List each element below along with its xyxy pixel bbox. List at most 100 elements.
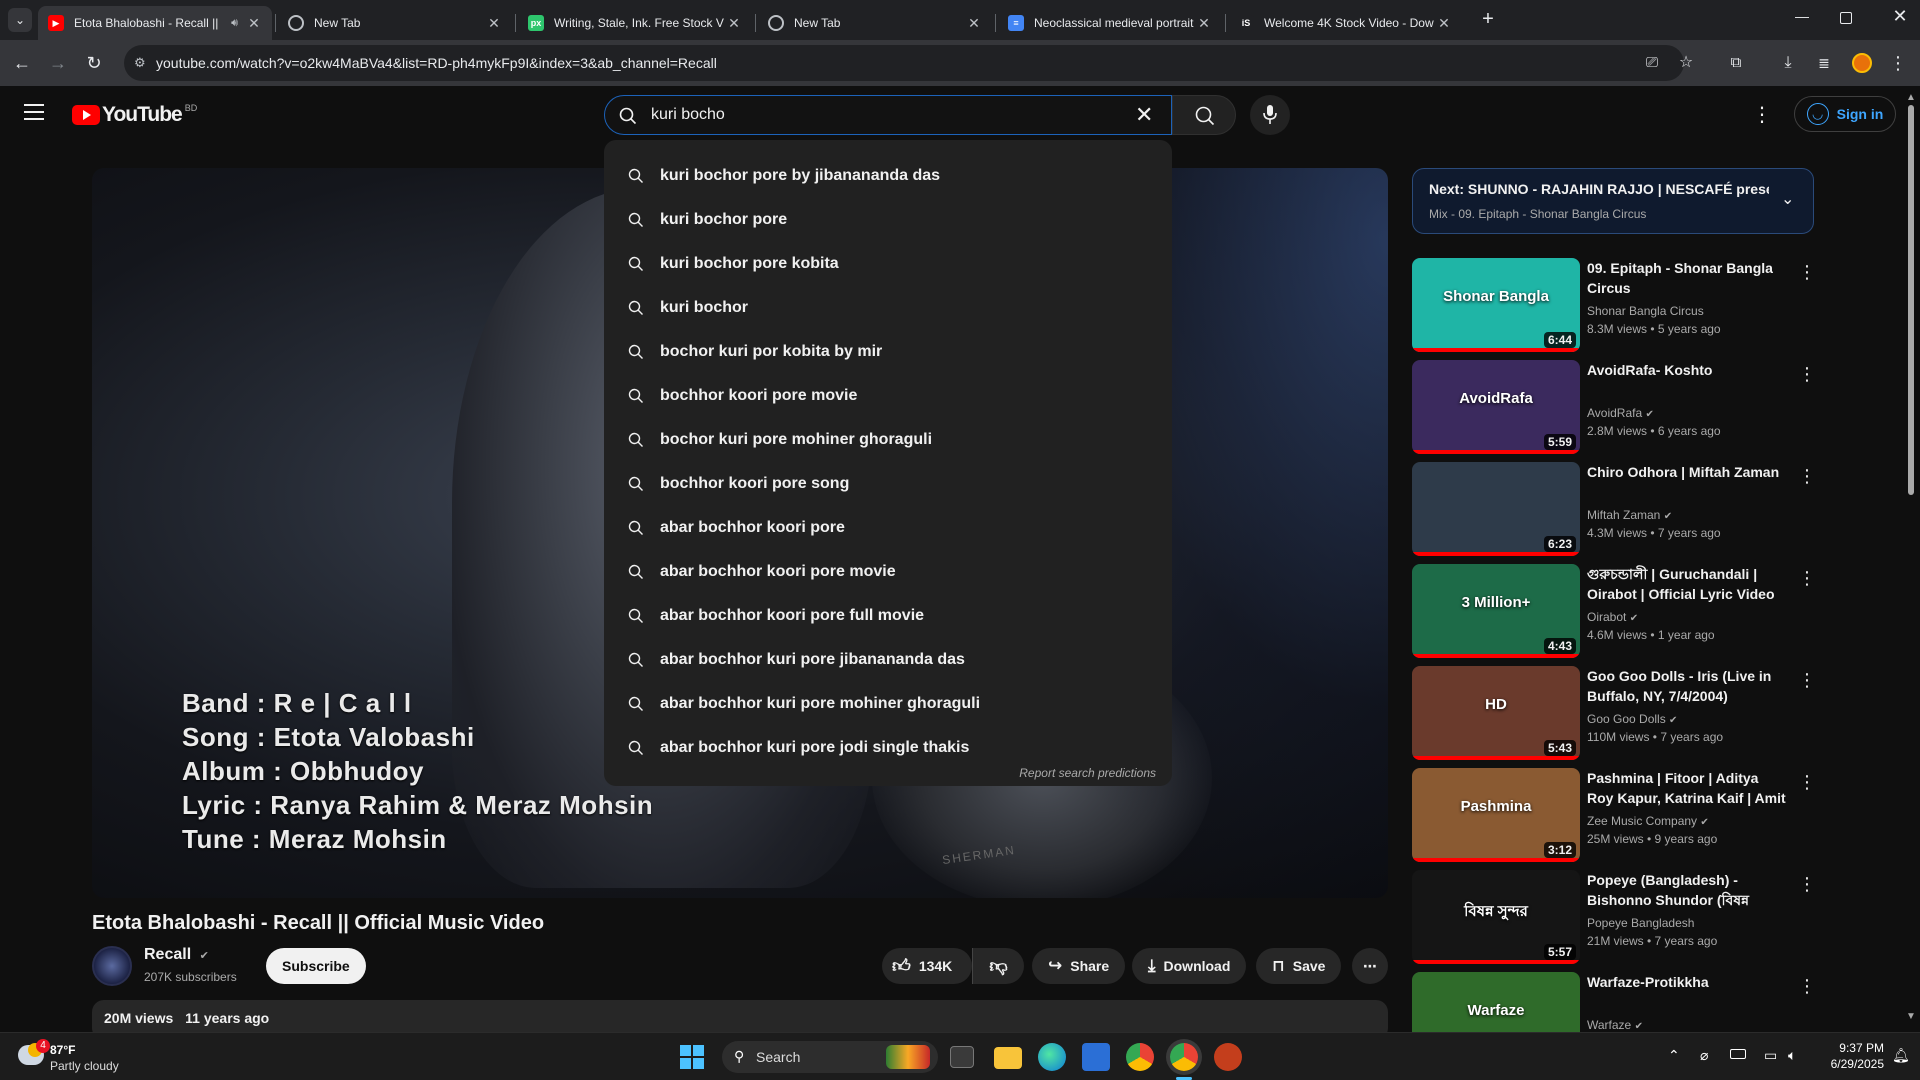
channel-name[interactable]: Recall ✔ [144, 946, 209, 964]
start-button[interactable] [680, 1045, 704, 1069]
tray-battery-icon[interactable] [1730, 1049, 1746, 1059]
browser-tab[interactable]: ≡ Neoclassical medieval portrait c ✕ [998, 6, 1222, 40]
tab-close-icon[interactable]: ✕ [246, 15, 262, 32]
clock-date[interactable]: 6/29/2025 [1818, 1057, 1884, 1071]
browser-tab[interactable]: iS Welcome 4K Stock Video - Dow ✕ [1228, 6, 1462, 40]
recommended-video[interactable]: HD 5:43 Goo Goo Dolls - Iris (Live in Buff… [1412, 666, 1816, 762]
search-suggestion[interactable]: abar bochhor kuri pore mohiner ghoraguli [604, 682, 1172, 726]
install-app-icon[interactable]: ⎚ [1640, 51, 1664, 75]
chrome-menu-icon[interactable]: ⋮ [1886, 51, 1910, 75]
media-control-icon[interactable]: ≣ [1812, 51, 1836, 75]
browser-tab[interactable]: New Tab ✕ [278, 6, 512, 40]
tab-close-icon[interactable]: ✕ [486, 15, 502, 32]
search-suggestion[interactable]: kuri bochor pore [604, 198, 1172, 242]
search-suggestion[interactable]: abar bochhor koori pore full movie [604, 594, 1172, 638]
search-suggestion[interactable]: bochor kuri pore mohiner ghoraguli [604, 418, 1172, 462]
tray-overflow-icon[interactable]: ⌃ [1668, 1047, 1680, 1064]
tab-close-icon[interactable]: ✕ [1196, 15, 1212, 32]
tab-search-button[interactable]: ⌄ [8, 8, 32, 32]
video-thumbnail[interactable]: বিষন্ন সুন্দর 5:57 [1412, 870, 1580, 964]
video-thumbnail[interactable]: Warfaze [1412, 972, 1580, 1032]
tab-audio-icon[interactable]: 🔊︎ [231, 17, 238, 30]
edge-icon[interactable] [1038, 1043, 1066, 1071]
chrome-taskbar-icon[interactable] [1126, 1043, 1154, 1071]
recommended-video[interactable]: 6:23 Chiro Odhora | Miftah Zaman Miftah Za… [1412, 462, 1816, 558]
search-suggestion[interactable]: bochhor koori pore song [604, 462, 1172, 506]
browser-tab[interactable]: ▶ Etota Bhalobashi - Recall || 🔊︎ ✕ [38, 6, 272, 40]
downloads-icon[interactable]: ⤓ [1776, 51, 1800, 75]
search-input[interactable]: kuri bocho ✕ [604, 95, 1172, 135]
new-tab-button[interactable]: + [1474, 8, 1502, 32]
scroll-down-icon[interactable]: ▼ [1906, 1011, 1916, 1022]
recommended-video[interactable]: Shonar Bangla 6:44 09. Epitaph - Shonar Ba… [1412, 258, 1816, 354]
youtube-logo[interactable]: YouTube BD [72, 103, 197, 127]
recommended-video[interactable]: WarfazeWarfaze-ProtikkhaWarfaze ✔3.5M vi… [1412, 972, 1816, 1032]
reload-button[interactable]: ↻ [82, 51, 106, 75]
scrollbar-thumb[interactable] [1908, 105, 1914, 495]
more-vert-icon[interactable]: ⋮ [1798, 874, 1816, 895]
share-button[interactable]: ↪ Share [1032, 948, 1126, 984]
recommended-video[interactable]: বিষন্ন সুন্দর 5:57 Popeye (Bangladesh) - B… [1412, 870, 1816, 966]
minimize-button[interactable]: — [1790, 8, 1814, 32]
video-thumbnail[interactable]: Pashmina 3:12 [1412, 768, 1580, 862]
forward-button[interactable]: → [46, 51, 70, 75]
dislike-button[interactable]: 👎︎ [972, 948, 1024, 984]
tab-close-icon[interactable]: ✕ [966, 15, 982, 32]
like-button[interactable]: 👍︎ 134K [882, 948, 972, 984]
browser-tab[interactable]: px Writing, Stale, Ink. Free Stock V ✕ [518, 6, 752, 40]
video-thumbnail[interactable]: 6:23 [1412, 462, 1580, 556]
close-window-button[interactable]: ✕ [1888, 6, 1912, 30]
save-button[interactable]: ⊓ Save [1256, 948, 1342, 984]
profile-avatar[interactable] [1852, 53, 1872, 73]
more-vert-icon[interactable]: ⋮ [1798, 670, 1816, 691]
more-actions-button[interactable]: ⋯ [1352, 948, 1388, 984]
sign-in-button[interactable]: ◡ Sign in [1794, 96, 1896, 132]
notification-bell-icon[interactable]: 🔔︎ [1892, 1047, 1910, 1064]
more-vert-icon[interactable]: ⋮ [1798, 364, 1816, 385]
up-next-panel[interactable]: Next: SHUNNO - RAJAHIN RAJJO | NESCAFÉ p… [1412, 168, 1814, 234]
video-thumbnail[interactable]: AvoidRafa 5:59 [1412, 360, 1580, 454]
video-thumbnail[interactable]: Shonar Bangla 6:44 [1412, 258, 1580, 352]
microsoft-store-icon[interactable] [1082, 1043, 1110, 1071]
tab-close-icon[interactable]: ✕ [1436, 15, 1452, 32]
restore-button[interactable] [1840, 12, 1852, 24]
more-vert-icon[interactable]: ⋮ [1798, 976, 1816, 997]
recommended-video[interactable]: 3 Million+ 4:43 গুরুচন্ডালী | Guruchandali… [1412, 564, 1816, 660]
search-suggestion[interactable]: kuri bochor [604, 286, 1172, 330]
chevron-down-icon[interactable]: ⌄ [1781, 189, 1794, 209]
extensions-icon[interactable]: ⧉ [1724, 51, 1748, 75]
subscribe-button[interactable]: Subscribe [266, 948, 366, 984]
search-suggestion[interactable]: kuri bochor pore kobita [604, 242, 1172, 286]
chrome-profile-taskbar-icon[interactable] [1170, 1043, 1198, 1071]
powerpoint-icon[interactable] [1214, 1043, 1242, 1071]
more-vert-icon[interactable]: ⋮ [1798, 466, 1816, 487]
voice-search-button[interactable] [1250, 95, 1290, 135]
recommended-video[interactable]: Pashmina 3:12 Pashmina | Fitoor | Aditya R… [1412, 768, 1816, 864]
tab-close-icon[interactable]: ✕ [726, 15, 742, 32]
more-vert-icon[interactable]: ⋮ [1798, 772, 1816, 793]
search-suggestion[interactable]: abar bochhor kuri pore jodi single thaki… [604, 726, 1172, 770]
search-suggestion[interactable]: abar bochhor kuri pore jibanananda das [604, 638, 1172, 682]
file-explorer-icon[interactable] [994, 1047, 1022, 1069]
search-suggestion[interactable]: bochhor koori pore movie [604, 374, 1172, 418]
guide-menu-icon[interactable] [24, 104, 44, 120]
weather-widget[interactable]: 4 87°F Partly cloudy [16, 1039, 156, 1077]
tray-volume-icon[interactable]: 🔈︎ [1788, 1047, 1796, 1064]
clock-time[interactable]: 9:37 PM [1828, 1041, 1884, 1055]
tray-network-off-icon[interactable]: ⌀ [1700, 1047, 1708, 1064]
video-thumbnail[interactable]: HD 5:43 [1412, 666, 1580, 760]
video-thumbnail[interactable]: 3 Million+ 4:43 [1412, 564, 1580, 658]
taskbar-search-box[interactable]: ⚲ Search [722, 1041, 938, 1073]
search-suggestion[interactable]: kuri bochor pore by jibanananda das [604, 154, 1172, 198]
report-search-predictions-link[interactable]: Report search predictions [1019, 766, 1156, 780]
recommended-video[interactable]: AvoidRafa 5:59 AvoidRafa- Koshto AvoidRafa … [1412, 360, 1816, 456]
tray-display-icon[interactable]: ▭ [1764, 1047, 1777, 1064]
description-box[interactable]: 20M views 11 years ago [92, 1000, 1388, 1032]
search-suggestion[interactable]: abar bochhor koori pore [604, 506, 1172, 550]
scroll-up-icon[interactable]: ▲ [1906, 92, 1916, 103]
search-button[interactable] [1172, 95, 1236, 135]
site-info-icon[interactable]: ⚙ [134, 55, 146, 71]
channel-avatar[interactable] [92, 946, 132, 986]
browser-tab[interactable]: New Tab ✕ [758, 6, 992, 40]
settings-menu-icon[interactable]: ⋮ [1752, 102, 1772, 127]
